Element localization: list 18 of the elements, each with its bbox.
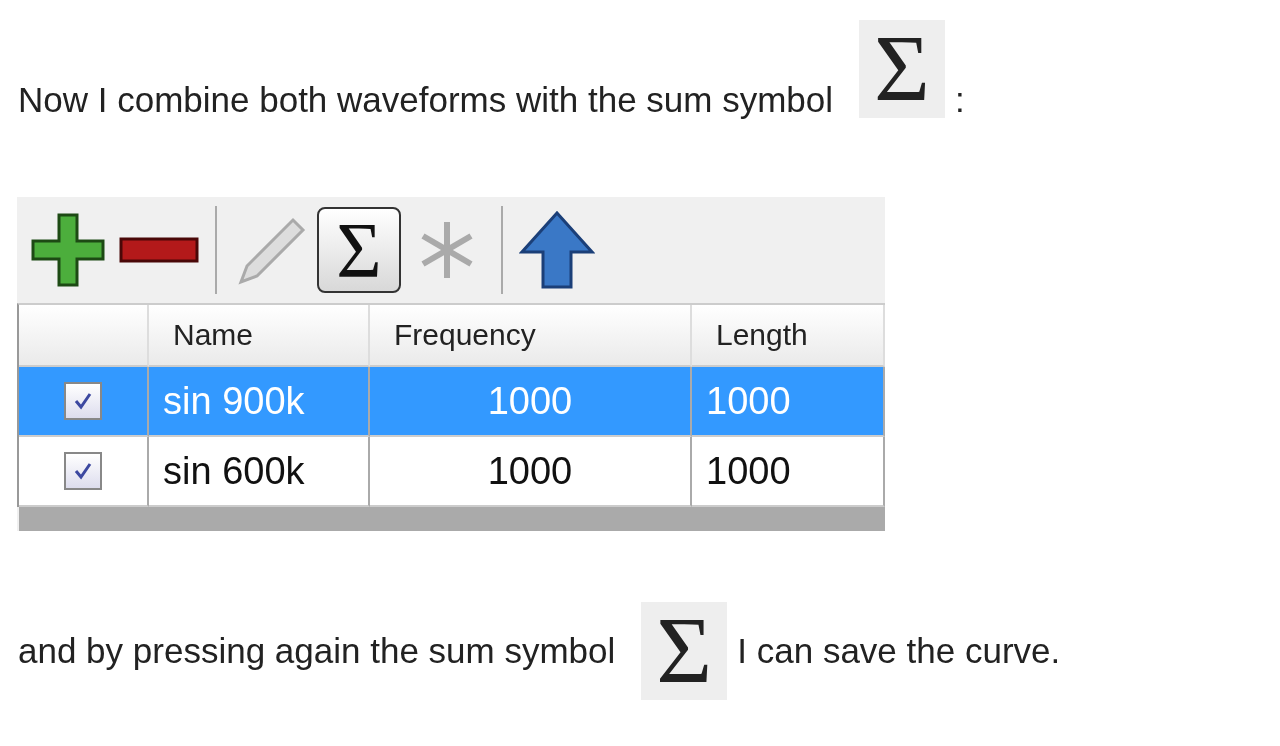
- outro-text: I can save the curve.: [737, 631, 1061, 671]
- colon: :: [955, 80, 965, 120]
- minus-icon: [119, 235, 199, 265]
- column-header[interactable]: Name: [149, 305, 370, 367]
- up-arrow-icon: [519, 210, 595, 290]
- plus-icon: [29, 211, 107, 289]
- table-cell: 1000: [370, 367, 692, 437]
- checkbox[interactable]: [64, 452, 102, 490]
- column-header[interactable]: Frequency: [370, 305, 692, 367]
- sum-symbol: Σ: [859, 20, 946, 118]
- table-cell: sin 900k: [149, 367, 370, 437]
- column-header[interactable]: Length: [692, 305, 885, 367]
- intro-text: Now I combine both waveforms with the sum symbol: [18, 80, 834, 120]
- sum-button[interactable]: Σ: [317, 207, 401, 293]
- outro-text: and by pressing again the sum symbol: [18, 631, 616, 671]
- sum-symbol: Σ: [641, 602, 728, 700]
- table-cell: 1000: [692, 367, 885, 437]
- checkbox[interactable]: [64, 382, 102, 420]
